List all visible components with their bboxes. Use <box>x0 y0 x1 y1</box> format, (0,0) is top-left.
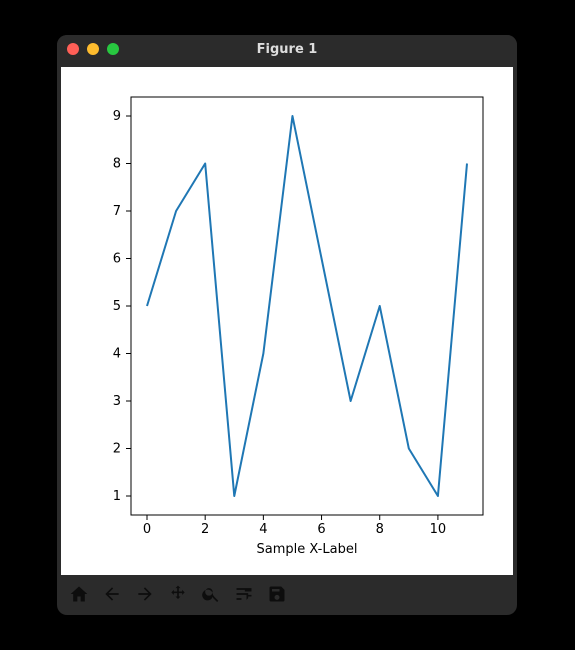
svg-text:7: 7 <box>113 204 121 219</box>
svg-text:8: 8 <box>376 522 384 537</box>
plot-canvas[interactable]: 0246810123456789Sample X-Label <box>61 67 513 575</box>
home-button[interactable] <box>63 579 95 609</box>
traffic-lights <box>67 43 119 55</box>
save-button[interactable] <box>261 579 293 609</box>
svg-text:4: 4 <box>113 347 121 362</box>
sliders-icon <box>234 584 254 604</box>
configure-button[interactable] <box>228 579 260 609</box>
svg-text:2: 2 <box>113 442 121 457</box>
move-icon <box>168 584 188 604</box>
save-icon <box>267 584 287 604</box>
zoom-icon <box>201 584 221 604</box>
svg-text:6: 6 <box>317 522 325 537</box>
zoom-button[interactable] <box>195 579 227 609</box>
pan-button[interactable] <box>162 579 194 609</box>
svg-text:6: 6 <box>113 252 121 267</box>
svg-text:10: 10 <box>430 522 447 537</box>
figure-window: Figure 1 0246810123456789Sample X-Label <box>57 35 517 615</box>
svg-text:3: 3 <box>113 394 121 409</box>
svg-text:0: 0 <box>143 522 151 537</box>
mpl-toolbar <box>61 577 513 611</box>
close-icon[interactable] <box>67 43 79 55</box>
svg-text:8: 8 <box>113 157 121 172</box>
plot-svg: 0246810123456789Sample X-Label <box>61 67 513 575</box>
svg-text:Sample X-Label: Sample X-Label <box>257 542 358 557</box>
svg-text:4: 4 <box>259 522 267 537</box>
forward-button[interactable] <box>129 579 161 609</box>
svg-text:2: 2 <box>201 522 209 537</box>
svg-text:1: 1 <box>113 489 121 504</box>
arrow-right-icon <box>135 584 155 604</box>
arrow-left-icon <box>102 584 122 604</box>
minimize-icon[interactable] <box>87 43 99 55</box>
titlebar: Figure 1 <box>57 35 517 63</box>
svg-text:9: 9 <box>113 109 121 124</box>
svg-text:5: 5 <box>113 299 121 314</box>
back-button[interactable] <box>96 579 128 609</box>
maximize-icon[interactable] <box>107 43 119 55</box>
home-icon <box>69 584 89 604</box>
window-title: Figure 1 <box>57 42 517 57</box>
